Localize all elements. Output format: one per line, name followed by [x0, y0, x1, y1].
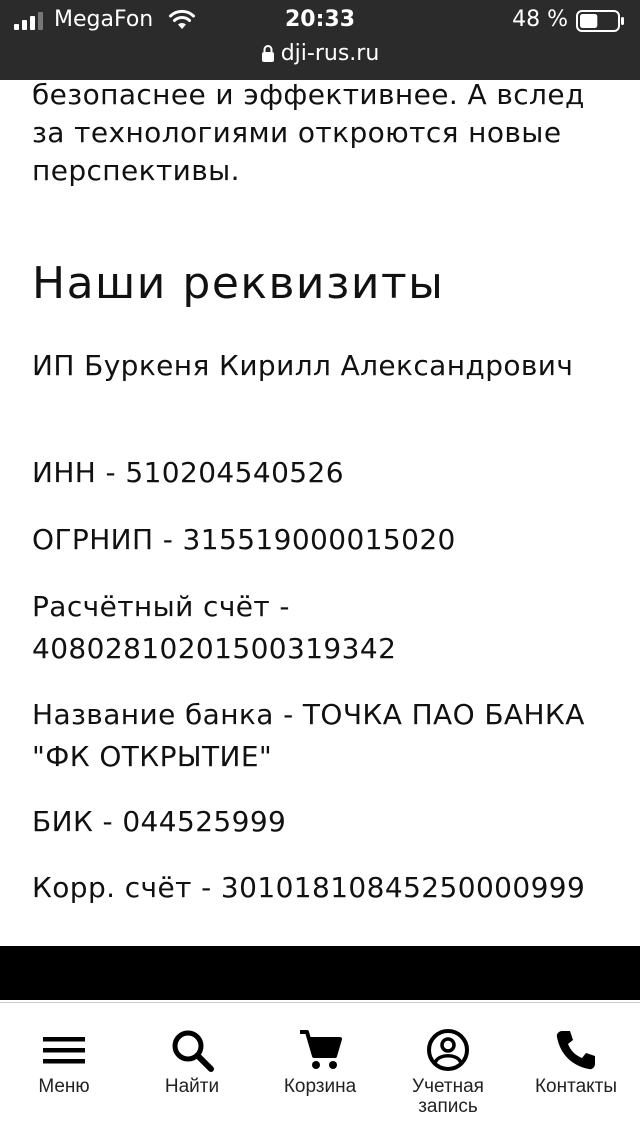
nav-label-account: Учетная запись — [412, 1076, 484, 1117]
menu-icon — [43, 1037, 85, 1064]
battery-icon — [576, 10, 624, 32]
status-bar: MegaFon 20:33 48 % — [0, 0, 640, 40]
account-icon — [427, 1029, 469, 1071]
requisite-corr-account: Корр. счёт - 30101810845250000999 — [32, 871, 586, 904]
nav-item-account[interactable]: Учетная запись — [384, 1027, 512, 1117]
bottom-navigation: Меню Найти Корзина Учетная запись Контак… — [0, 1002, 640, 1137]
battery-percentage: 48 % — [512, 7, 568, 32]
phone-icon — [556, 1031, 595, 1070]
cart-icon — [300, 1030, 342, 1069]
section-title: Наши реквизиты — [32, 258, 445, 309]
url-text: dji-rus.ru — [280, 41, 380, 66]
requisite-ogrnip: ОГРНИП - 315519000015020 — [32, 523, 456, 556]
nav-item-search[interactable]: Найти — [128, 1027, 256, 1097]
requisite-account: Расчётный счёт - 40802810201500319342 — [32, 590, 397, 665]
nav-item-contacts[interactable]: Контакты — [512, 1027, 640, 1097]
intro-paragraph: безопаснее и эффективнее. А вслед за тех… — [32, 78, 585, 187]
search-icon — [172, 1030, 214, 1072]
nav-item-menu[interactable]: Меню — [0, 1027, 128, 1097]
requisite-bik: БИК - 044525999 — [32, 805, 287, 838]
address-bar[interactable]: dji-rus.ru — [0, 40, 640, 70]
footer-strip — [0, 946, 640, 1000]
nav-item-cart[interactable]: Корзина — [256, 1027, 384, 1097]
nav-label-menu: Меню — [38, 1076, 90, 1097]
requisite-owner: ИП Буркеня Кирилл Александрович — [32, 349, 574, 382]
requisite-bank: Название банка - ТОЧКА ПАО БАНКА "ФК ОТК… — [32, 698, 585, 773]
nav-label-contacts: Контакты — [534, 1076, 618, 1097]
nav-label-cart: Корзина — [283, 1076, 357, 1097]
nav-label-search: Найти — [164, 1076, 220, 1097]
requisite-inn: ИНН - 510204540526 — [32, 456, 344, 489]
browser-top-bar: MegaFon 20:33 48 % dji-rus.ru — [0, 0, 640, 80]
lock-icon — [261, 45, 274, 62]
